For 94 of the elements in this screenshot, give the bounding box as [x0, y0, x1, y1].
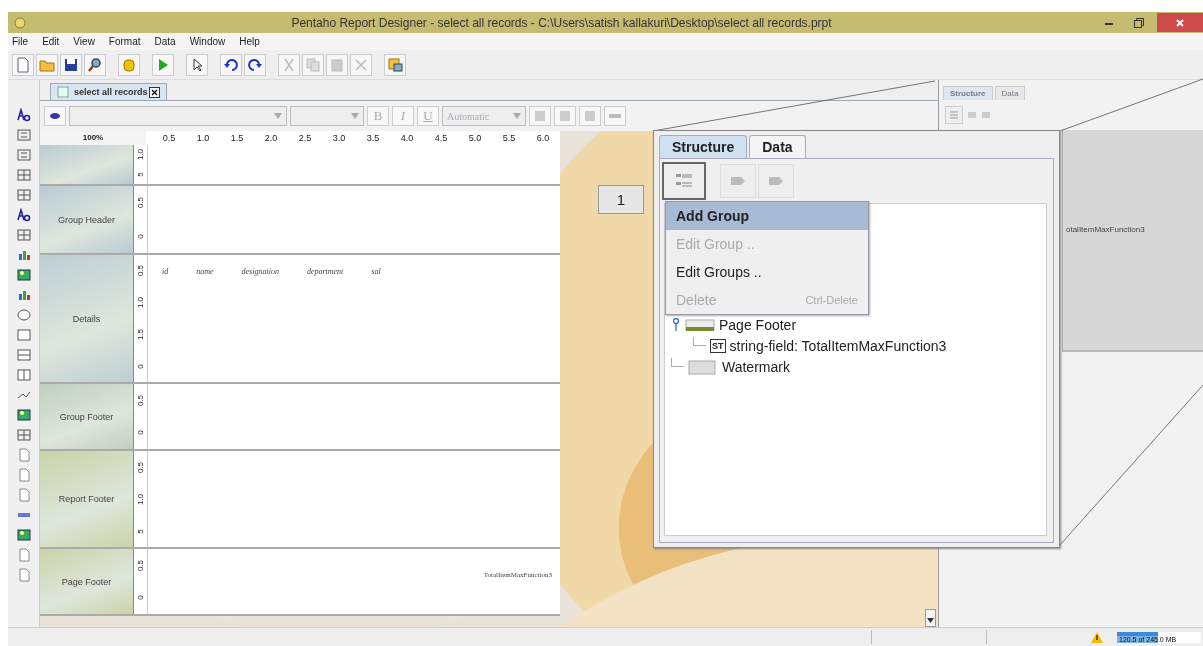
- report-field[interactable]: name: [196, 267, 214, 276]
- play-icon[interactable]: [152, 53, 174, 76]
- vertical-ruler: 0.5 0: [134, 384, 148, 449]
- align-icon: [584, 110, 596, 122]
- doc-tool-icon[interactable]: [16, 568, 31, 582]
- menu-item[interactable]: Format: [108, 36, 141, 47]
- menu-item[interactable]: Edit: [42, 36, 60, 47]
- chart-tool-icon[interactable]: [16, 248, 31, 262]
- zoom-level: 100%: [81, 132, 105, 144]
- vertical-ruler: 0.5 0: [134, 186, 148, 253]
- image-tool-icon[interactable]: [16, 528, 31, 542]
- band-icon: [685, 316, 715, 333]
- rows-tool-icon[interactable]: [16, 348, 31, 362]
- doc-tool-icon[interactable]: [16, 468, 31, 482]
- restore-icon[interactable]: [1133, 16, 1145, 29]
- report-field[interactable]: designation: [241, 267, 279, 276]
- tree-item-label: otalItemMaxFunction3: [1066, 225, 1145, 234]
- band-label[interactable]: Page Footer: [40, 549, 134, 614]
- menu-item[interactable]: Edit Groups ..: [666, 258, 868, 286]
- grid-tool-icon[interactable]: [16, 428, 31, 442]
- group-button[interactable]: [662, 162, 706, 200]
- band-label[interactable]: Report Footer: [40, 451, 134, 547]
- warning-icon[interactable]: [1091, 631, 1103, 643]
- menu-item[interactable]: Add Group: [666, 202, 868, 230]
- report-field[interactable]: sal: [371, 267, 381, 276]
- panel-tab[interactable]: Structure: [659, 135, 748, 158]
- doc-tool-icon[interactable]: [16, 488, 31, 502]
- panel-tab[interactable]: Structure: [943, 86, 993, 100]
- watermark-icon: [688, 358, 718, 375]
- field-tool-icon[interactable]: [16, 148, 31, 162]
- band-label[interactable]: Group Footer: [40, 384, 134, 449]
- close-icon: [1175, 17, 1185, 28]
- list-icon: [949, 110, 959, 120]
- string-field-icon: ST: [710, 338, 726, 353]
- pointer-icon[interactable]: [186, 53, 208, 76]
- label-tool-icon[interactable]: [16, 108, 31, 122]
- chart-tool-icon[interactable]: [16, 288, 31, 302]
- app-icon: [14, 16, 26, 29]
- document-icon: [57, 86, 69, 98]
- caret-icon: [351, 113, 359, 119]
- list-icon: [675, 172, 693, 190]
- tree-item[interactable]: Watermark: [671, 356, 1046, 377]
- vertical-scrollbar[interactable]: [925, 609, 936, 627]
- doc-tool-icon[interactable]: [16, 548, 31, 562]
- close-button[interactable]: [1157, 13, 1203, 32]
- menu-item[interactable]: View: [73, 36, 95, 47]
- band-label[interactable]: Group Header: [40, 186, 134, 253]
- magnifier-icon[interactable]: [84, 53, 106, 76]
- grid-tool-icon[interactable]: [16, 168, 31, 182]
- band-label[interactable]: Details: [40, 255, 134, 382]
- circle-tool-icon[interactable]: [16, 308, 31, 322]
- doc-icon[interactable]: [12, 53, 34, 76]
- grid-tool-icon[interactable]: [16, 188, 31, 202]
- label-tool-icon[interactable]: [16, 208, 31, 222]
- redo-icon[interactable]: [244, 53, 266, 76]
- image-tool-icon[interactable]: [16, 268, 31, 282]
- scroll-down-icon[interactable]: [927, 618, 934, 623]
- window-title: Pentaho Report Designer - select all records - C:\Users\satish kallakuri\Desktop\select all records.prpt: [290, 15, 833, 30]
- vertical-ruler: 0.5 1.0 1.5 0: [134, 255, 148, 382]
- expanded-handle-icon[interactable]: [671, 317, 681, 332]
- align-icon: [534, 110, 546, 122]
- rect-tool-icon[interactable]: [16, 328, 31, 342]
- close-icon[interactable]: [148, 86, 160, 98]
- save-icon[interactable]: [60, 53, 82, 76]
- menu-item[interactable]: File: [12, 36, 29, 47]
- report-field[interactable]: id: [162, 267, 169, 276]
- tree-item[interactable]: ST string-field: TotalItemMaxFunction3: [671, 335, 1046, 356]
- field-tool-icon[interactable]: [16, 128, 31, 142]
- menu-item[interactable]: Help: [239, 36, 260, 47]
- report-field[interactable]: department: [306, 267, 344, 276]
- cols-tool-icon[interactable]: [16, 368, 31, 382]
- caret-icon: [274, 113, 282, 119]
- panel-tab[interactable]: Data: [749, 135, 806, 158]
- image-tool-icon[interactable]: [16, 408, 31, 422]
- menu-item[interactable]: Data: [154, 36, 176, 47]
- db-icon[interactable]: [118, 53, 140, 76]
- panel-tab[interactable]: Data: [994, 86, 1026, 100]
- publish-icon[interactable]: [384, 53, 406, 76]
- step-number: 1: [598, 185, 644, 214]
- band-area[interactable]: id name designation department sal: [148, 255, 560, 382]
- horizontal-ruler: 0.5 1.0 1.5 2.0 2.5 3.0 3.5 4.0 4.5 5.0 5.5 6.0: [146, 131, 560, 145]
- grid-tool-icon[interactable]: [16, 228, 31, 242]
- visibility-button[interactable]: [44, 106, 66, 126]
- vertical-ruler: 0.5 1.0 5: [134, 451, 148, 547]
- document-tab[interactable]: select all records: [50, 83, 167, 100]
- caret-icon: [513, 113, 521, 119]
- vertical-ruler: 0.5 0: [134, 549, 148, 614]
- doc-tool-icon[interactable]: [16, 448, 31, 462]
- tree-item[interactable]: Page Footer: [671, 314, 1046, 335]
- undo-icon[interactable]: [220, 53, 242, 76]
- align-icon: [559, 110, 571, 122]
- vertical-ruler: 1.0 5: [134, 145, 148, 184]
- menu-item[interactable]: Window: [189, 36, 226, 47]
- eye-icon: [49, 112, 61, 120]
